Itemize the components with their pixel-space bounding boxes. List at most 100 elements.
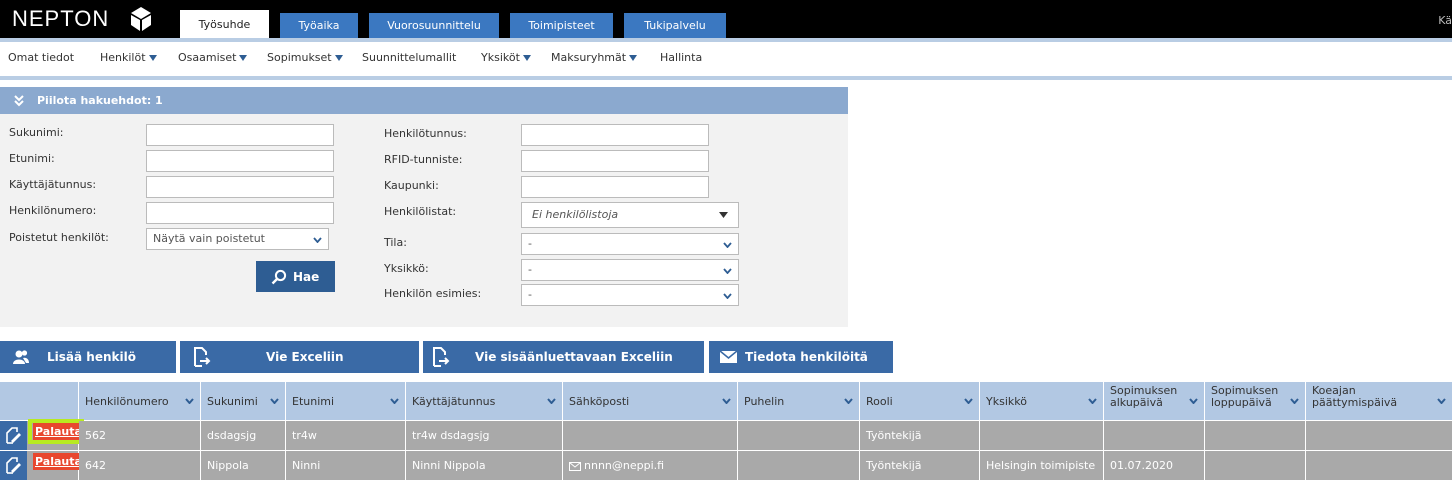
restore-link[interactable]: Palauta [33,453,84,470]
status-value: - [528,237,532,250]
chevron-down-icon [629,55,638,61]
ssn-input[interactable] [521,124,709,146]
export-excel-button[interactable]: Vie Exceliin [180,341,419,373]
chevron-down-icon [390,398,399,404]
chevron-down-icon [148,55,157,61]
table-cell [738,421,860,450]
search-button-label: Hae [293,270,320,284]
nav-stripe-top [0,38,1452,42]
deleted-persons-value: Näytä vain poistetut [153,232,265,245]
nav-suunnittelumallit[interactable]: Suunnittelumallit [362,51,456,64]
person-number-input[interactable] [146,202,334,224]
nav-hallinta[interactable]: Hallinta [660,51,702,64]
logo: NEPTON [12,6,110,31]
person-lists-label: Henkilölistat: [384,205,457,218]
unit-label: Yksikkö: [384,262,429,275]
tab-tukipalvelu[interactable]: Tukipalvelu [624,13,726,38]
chevron-down-icon [844,398,853,404]
lastname-label: Sukunimi: [9,126,64,139]
table-cell-email[interactable]: nnnn@neppi.fi [563,451,738,480]
table-cell: Helsingin toimipiste [980,451,1104,480]
header-firstname[interactable]: Etunimi [286,382,406,420]
chevron-down-icon [522,55,531,61]
search-button[interactable]: Hae [256,261,335,292]
header-actions [0,382,79,420]
deleted-persons-select[interactable]: Näytä vain poistetut [146,228,329,250]
tab-tyoaika[interactable]: Työaika [280,13,358,38]
chevron-down-icon [185,398,194,404]
chevron-down-icon [547,398,556,404]
firstname-input[interactable] [146,150,334,172]
chevron-down-icon [239,55,248,61]
header-unit[interactable]: Yksikkö [980,382,1104,420]
supervisor-label: Henkilön esimies: [384,287,482,300]
city-input[interactable] [521,176,709,198]
username-input[interactable] [146,176,334,198]
status-label: Tila: [384,236,407,249]
header-person-number[interactable]: Henkilönumero [79,382,201,420]
export-icon [194,347,211,367]
add-person-label: Lisää henkilö [47,350,136,364]
unit-select[interactable]: - [521,259,739,281]
nav-omat-tiedot[interactable]: Omat tiedot [8,51,74,64]
header-contract-start[interactable]: Sopimuksen alkupäivä [1104,382,1205,420]
header-role[interactable]: Rooli [860,382,980,420]
chevron-down-icon [1088,398,1097,404]
rfid-input[interactable] [521,150,709,172]
person-lists-select[interactable]: Ei henkilölistoja [521,202,739,228]
supervisor-select[interactable]: - [521,284,739,306]
nav-maksuryhmat[interactable]: Maksuryhmät [551,51,638,64]
nav-henkilot[interactable]: Henkilöt [100,51,157,64]
table-cell [563,421,738,450]
chevron-down-icon [1290,398,1299,404]
chevron-down-icon [723,242,732,248]
tab-tyosuhde[interactable]: Työsuhde [180,10,269,38]
chevron-down-icon [313,237,322,243]
nav-osaamiset[interactable]: Osaamiset [178,51,248,64]
header-lastname[interactable]: Sukunimi [201,382,286,420]
nav-yksikot[interactable]: Yksiköt [481,51,531,64]
city-label: Kaupunki: [384,179,439,192]
header-probation-end[interactable]: Koeajan päättymispäivä [1306,382,1452,420]
logo-icon [131,7,151,31]
notify-persons-label: Tiedota henkilöitä [745,350,868,364]
table-cell: tr4w [286,421,406,450]
rfid-label: RFID-tunniste: [384,153,463,166]
table-cell: tr4w dsdagsjg [406,421,563,450]
export-import-excel-button[interactable]: Vie sisäänluettavaan Exceliin [423,341,704,373]
tab-toimipisteet[interactable]: Toimipisteet [510,13,613,38]
chevron-down-icon [723,268,732,274]
export-excel-label: Vie Exceliin [266,350,344,364]
person-lists-value: Ei henkilölistoja [532,208,619,221]
edit-row-button[interactable] [0,421,27,450]
header-phone[interactable]: Puhelin [738,382,860,420]
nav-sopimukset[interactable]: Sopimukset [267,51,343,64]
table-cell: Nippola [201,451,286,480]
table-cell [1306,421,1452,450]
chevron-down-icon [334,55,343,61]
tab-vuorosuunnittelu[interactable]: Vuorosuunnittelu [369,13,499,38]
nav-stripe-bottom [0,76,1452,80]
edit-row-button[interactable] [0,451,27,480]
table-cell [738,451,860,480]
add-person-button[interactable]: Lisää henkilö [0,341,176,373]
export-import-excel-label: Vie sisäänluettavaan Exceliin [475,350,673,364]
user-menu[interactable]: Kä [1438,14,1452,27]
header-username[interactable]: Käyttäjätunnus [406,382,563,420]
status-select[interactable]: - [521,233,739,255]
users-icon [13,350,29,364]
chevron-down-icon [723,293,732,299]
header-email[interactable]: Sähköposti [563,382,738,420]
lastname-input[interactable] [146,124,334,146]
envelope-icon [720,351,737,363]
chevron-down-icon [964,398,973,404]
search-panel-toggle[interactable]: Piilota hakuehdot: 1 [0,87,848,114]
table-cell: dsdagsjg [201,421,286,450]
edit-document-icon [6,427,21,444]
table-cell [1205,451,1306,480]
notify-persons-button[interactable]: Tiedota henkilöitä [709,341,893,373]
unit-value: - [528,263,532,276]
edit-document-icon [6,457,21,474]
header-contract-end[interactable]: Sopimuksen loppupäivä [1205,382,1306,420]
supervisor-value: - [528,288,532,301]
